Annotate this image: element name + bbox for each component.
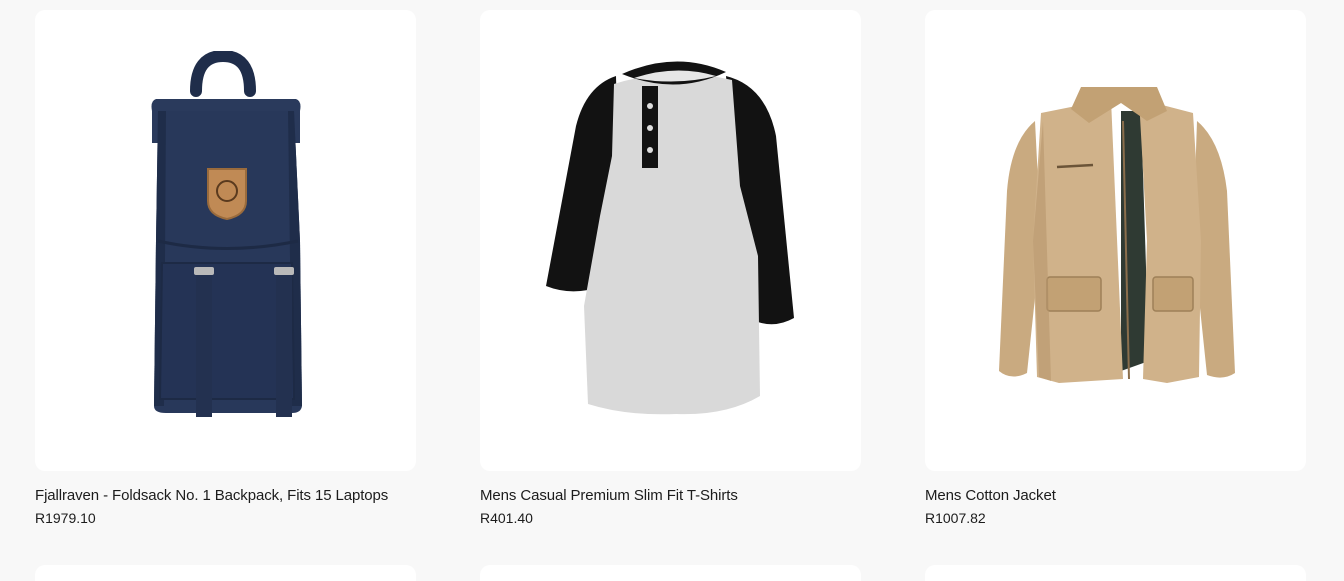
product-card[interactable]: [35, 565, 416, 581]
product-card[interactable]: [925, 565, 1306, 581]
product-title[interactable]: Fjallraven - Foldsack No. 1 Backpack, Fi…: [35, 486, 416, 506]
product-image[interactable]: [480, 565, 861, 581]
product-card[interactable]: Mens Casual Premium Slim Fit T-Shirts R4…: [480, 10, 861, 527]
product-image[interactable]: [480, 10, 861, 471]
product-grid: Fjallraven - Foldsack No. 1 Backpack, Fi…: [0, 0, 1344, 581]
product-image[interactable]: [925, 565, 1306, 581]
product-price: R401.40: [480, 510, 533, 526]
jacket-icon: [998, 86, 1235, 383]
product-card[interactable]: Mens Cotton Jacket R1007.82: [925, 10, 1306, 527]
product-image[interactable]: [925, 10, 1306, 471]
product-title[interactable]: Mens Casual Premium Slim Fit T-Shirts: [480, 486, 861, 506]
product-image[interactable]: [35, 10, 416, 471]
tshirt-icon: [545, 60, 794, 414]
product-card[interactable]: [480, 565, 861, 581]
product-price: R1979.10: [35, 510, 96, 526]
backpack-icon: [151, 50, 302, 417]
product-price: R1007.82: [925, 510, 986, 526]
product-card[interactable]: Fjallraven - Foldsack No. 1 Backpack, Fi…: [35, 10, 416, 527]
product-image[interactable]: [35, 565, 416, 581]
product-title[interactable]: Mens Cotton Jacket: [925, 486, 1306, 506]
